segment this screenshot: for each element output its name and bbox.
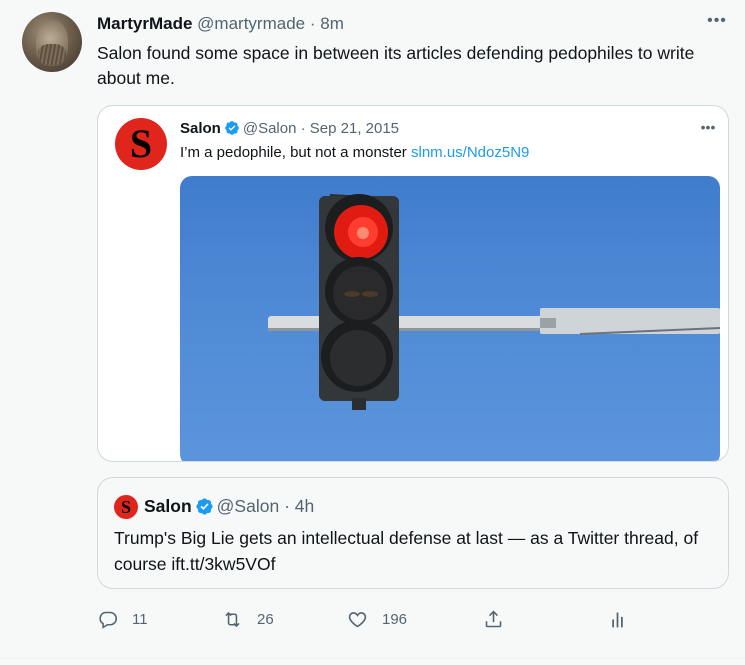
tweet-card[interactable]: MartyrMade @martyrmade · 8m ••• Salon fo… — [0, 0, 745, 665]
tweet-actions: 11 26 196 — [97, 605, 729, 633]
quoted-separator: · — [300, 120, 306, 137]
quoted2-author-handle[interactable]: @Salon — [217, 496, 280, 516]
salon-logo[interactable]: S — [115, 118, 167, 170]
quoted-more-icon[interactable]: ••• — [698, 119, 718, 135]
quoted-link[interactable]: slnm.us/Ndoz5N9 — [411, 144, 529, 161]
quoted-author-name[interactable]: Salon — [180, 120, 221, 137]
tweet-header: MartyrMade @martyrmade · 8m — [97, 14, 344, 34]
quoted-date[interactable]: Sep 21, 2015 — [310, 120, 399, 137]
quoted-tweet-header: Salon @Salon · Sep 21, 2015 — [180, 120, 399, 137]
reply-icon — [99, 611, 118, 629]
tweet-time[interactable]: 8m — [320, 14, 344, 33]
more-horizontal-icon[interactable]: ••• — [706, 12, 728, 30]
reply-count: 11 — [132, 610, 148, 628]
divider — [0, 658, 745, 659]
avatar-beard — [38, 44, 66, 66]
quoted-author-handle[interactable]: @Salon — [243, 120, 297, 137]
quoted2-text: Trump's Big Lie gets an intellectual def… — [114, 528, 699, 574]
salon-logo-small[interactable]: S — [114, 495, 138, 519]
amber-light — [333, 266, 387, 320]
retweet-button[interactable]: 26 — [222, 605, 274, 633]
quoted-tweet-text: I’m a pedophile, but not a monster slnm.… — [180, 144, 529, 161]
tweet-text: Salon found some space in between its ar… — [97, 43, 695, 88]
quoted2-separator: · — [284, 496, 290, 516]
heart-icon — [348, 611, 367, 627]
author-avatar[interactable] — [22, 12, 82, 72]
retweet-count: 26 — [257, 610, 274, 628]
quoted-text: I’m a pedophile, but not a monster — [180, 144, 411, 161]
author-name[interactable]: MartyrMade — [97, 14, 192, 33]
quoted-tweet-salon-2015[interactable]: S Salon @Salon · Sep 21, 2015 ••• I’m a p… — [97, 105, 729, 462]
quoted2-header: Salon @Salon · 4h — [144, 496, 314, 517]
analytics-icon — [612, 612, 623, 627]
author-handle[interactable]: @martyrmade — [197, 14, 305, 33]
verified-badge-icon — [225, 121, 239, 135]
quoted2-time[interactable]: 4h — [295, 496, 314, 516]
header-separator: · — [309, 14, 316, 33]
like-button[interactable]: 196 — [347, 605, 407, 633]
share-button[interactable] — [483, 605, 518, 633]
retweet-icon — [225, 611, 240, 627]
verified-badge-icon — [196, 498, 213, 515]
quoted-tweet-salon-recent[interactable]: S Salon @Salon · 4h Trump's Big Lie gets … — [97, 477, 729, 589]
traffic-light-illustration — [268, 194, 720, 410]
share-icon — [485, 610, 502, 627]
reply-button[interactable]: 11 — [97, 605, 148, 633]
quoted2-author-name[interactable]: Salon — [144, 496, 192, 516]
analytics-button[interactable] — [607, 605, 642, 633]
like-count: 196 — [382, 610, 408, 628]
green-light — [330, 330, 386, 386]
traffic-light-photo[interactable] — [180, 176, 720, 461]
